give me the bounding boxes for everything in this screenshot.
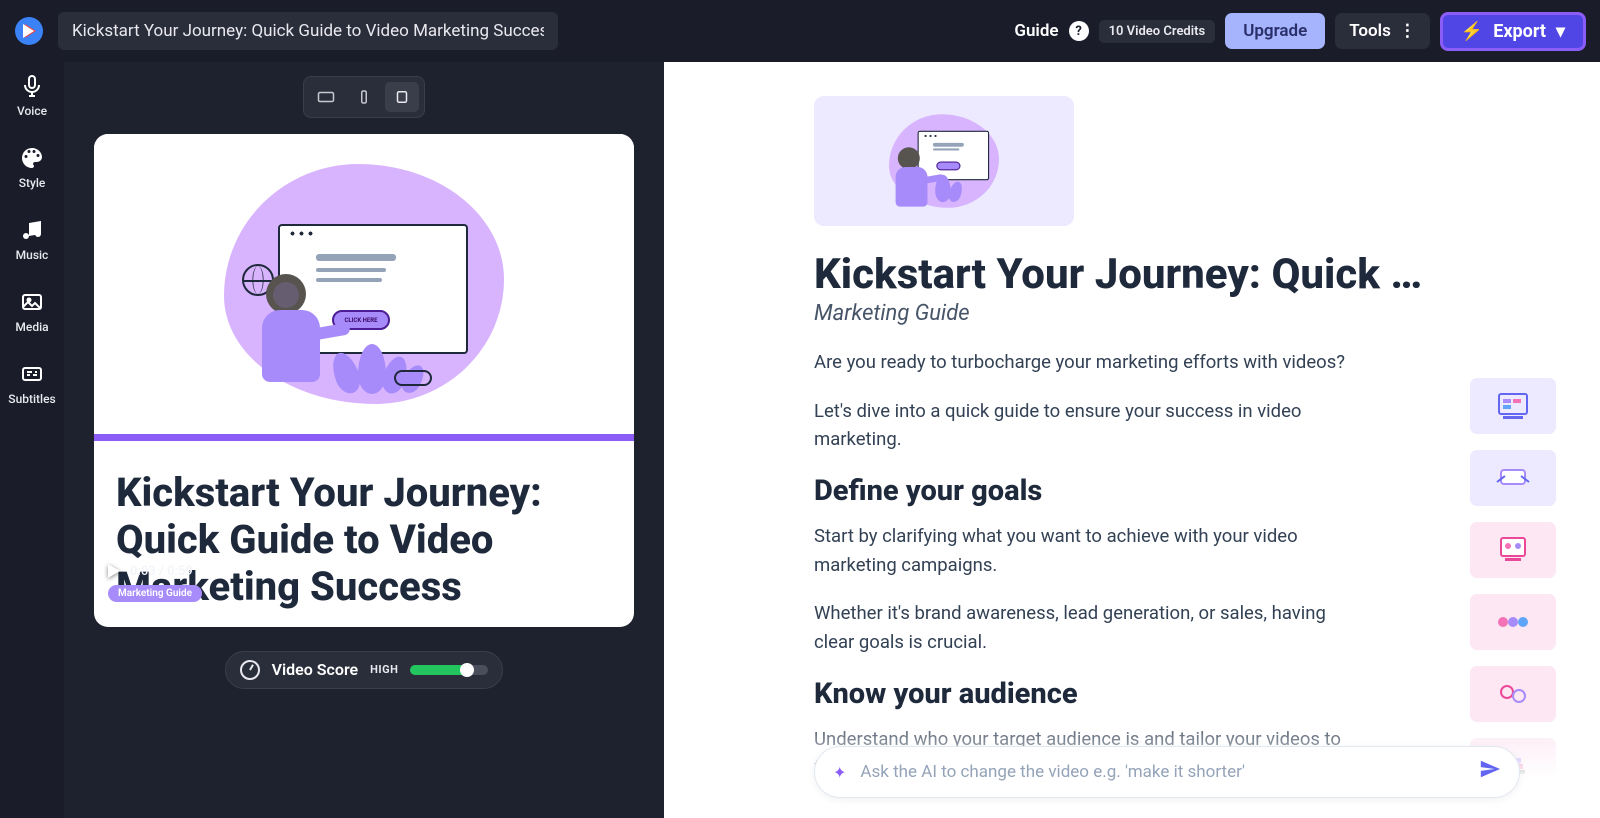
aspect-landscape-button[interactable] [309,82,343,112]
aspect-ratio-switch [303,76,425,118]
palette-icon [20,146,44,170]
tools-button[interactable]: Tools ⋮ [1335,13,1430,49]
more-icon: ⋮ [1399,21,1416,41]
sidebar-item-style[interactable]: Style [19,146,46,190]
sparkle-icon: ✦ [833,763,846,782]
scene-thumb[interactable] [1470,594,1556,650]
content-hero-thumb[interactable] [814,96,1074,226]
send-button[interactable] [1479,758,1501,786]
seekbar[interactable] [108,610,620,615]
gauge-icon [240,660,260,680]
preview-panel: CLICK HERE Kickstart Your Journey: Quick… [64,62,664,818]
video-score-level: HIGH [370,663,398,676]
content-paragraph[interactable]: Personalized content leads to better eng… [814,802,1360,818]
sidebar-item-label: Media [15,320,48,334]
sidebar-item-music[interactable]: Music [16,218,49,262]
play-icon[interactable] [108,564,120,578]
sidebar-item-subtitles[interactable]: Subtitles [8,362,55,406]
content-panel: Kickstart Your Journey: Quick Guide t… M… [664,62,1600,818]
image-icon [20,290,44,314]
credits-badge[interactable]: 10 Video Credits [1099,20,1216,43]
upgrade-button[interactable]: Upgrade [1225,13,1325,49]
aspect-square-button[interactable] [385,82,419,112]
content-subtitle[interactable]: Marketing Guide [814,301,1556,326]
scene-thumb[interactable] [1470,378,1556,434]
microphone-icon [20,74,44,98]
video-controls: 0:03 / 0:59 Marketing Guide [94,554,634,627]
tools-label: Tools [1349,21,1391,41]
video-score-pill[interactable]: Video Score HIGH [225,651,504,689]
sidebar-item-label: Music [16,248,49,262]
project-title-input[interactable] [58,12,558,50]
content-title[interactable]: Kickstart Your Journey: Quick Guide t… [814,250,1442,299]
content-paragraph[interactable]: Let's dive into a quick guide to ensure … [814,397,1360,454]
ai-prompt-input[interactable] [860,762,1465,782]
scene-thumbnails [1470,378,1556,794]
subtitle-chip: Marketing Guide [108,585,202,602]
content-paragraph[interactable]: Start by clarifying what you want to ach… [814,522,1360,579]
sidebar-item-label: Voice [17,104,47,118]
bolt-icon: ⚡ [1461,21,1483,42]
video-score-label: Video Score [272,660,359,679]
content-paragraph[interactable]: Whether it's brand awareness, lead gener… [814,599,1360,656]
export-button[interactable]: ⚡ Export ▾ [1440,12,1586,51]
chevron-down-icon: ▾ [1556,21,1565,42]
scene-thumb[interactable] [1470,522,1556,578]
scene-thumb[interactable] [1470,666,1556,722]
app-logo[interactable] [14,16,44,46]
content-paragraph[interactable]: Are you ready to turbocharge your market… [814,348,1360,377]
music-icon [20,218,44,242]
video-time: 0:03 / 0:59 [130,564,193,579]
content-heading[interactable]: Know your audience [814,677,1360,711]
video-score-bar [410,665,488,675]
ai-prompt-bar: ✦ [814,746,1520,798]
sidebar: Voice Style Music Media Subtitles [0,62,64,818]
sidebar-item-label: Subtitles [8,392,55,406]
sidebar-item-media[interactable]: Media [15,290,48,334]
content-heading[interactable]: Define your goals [814,474,1360,508]
sidebar-item-voice[interactable]: Voice [17,74,47,118]
subtitles-icon [20,362,44,386]
topbar: Guide ? 10 Video Credits Upgrade Tools ⋮… [0,0,1600,62]
export-label: Export [1493,21,1546,42]
scene-thumb[interactable] [1470,450,1556,506]
sidebar-item-label: Style [19,176,46,190]
aspect-portrait-button[interactable] [347,82,381,112]
guide-label[interactable]: Guide [1014,21,1058,41]
video-preview[interactable]: CLICK HERE Kickstart Your Journey: Quick… [94,134,634,627]
video-hero-frame: CLICK HERE [94,134,634,434]
help-icon[interactable]: ? [1069,21,1089,41]
